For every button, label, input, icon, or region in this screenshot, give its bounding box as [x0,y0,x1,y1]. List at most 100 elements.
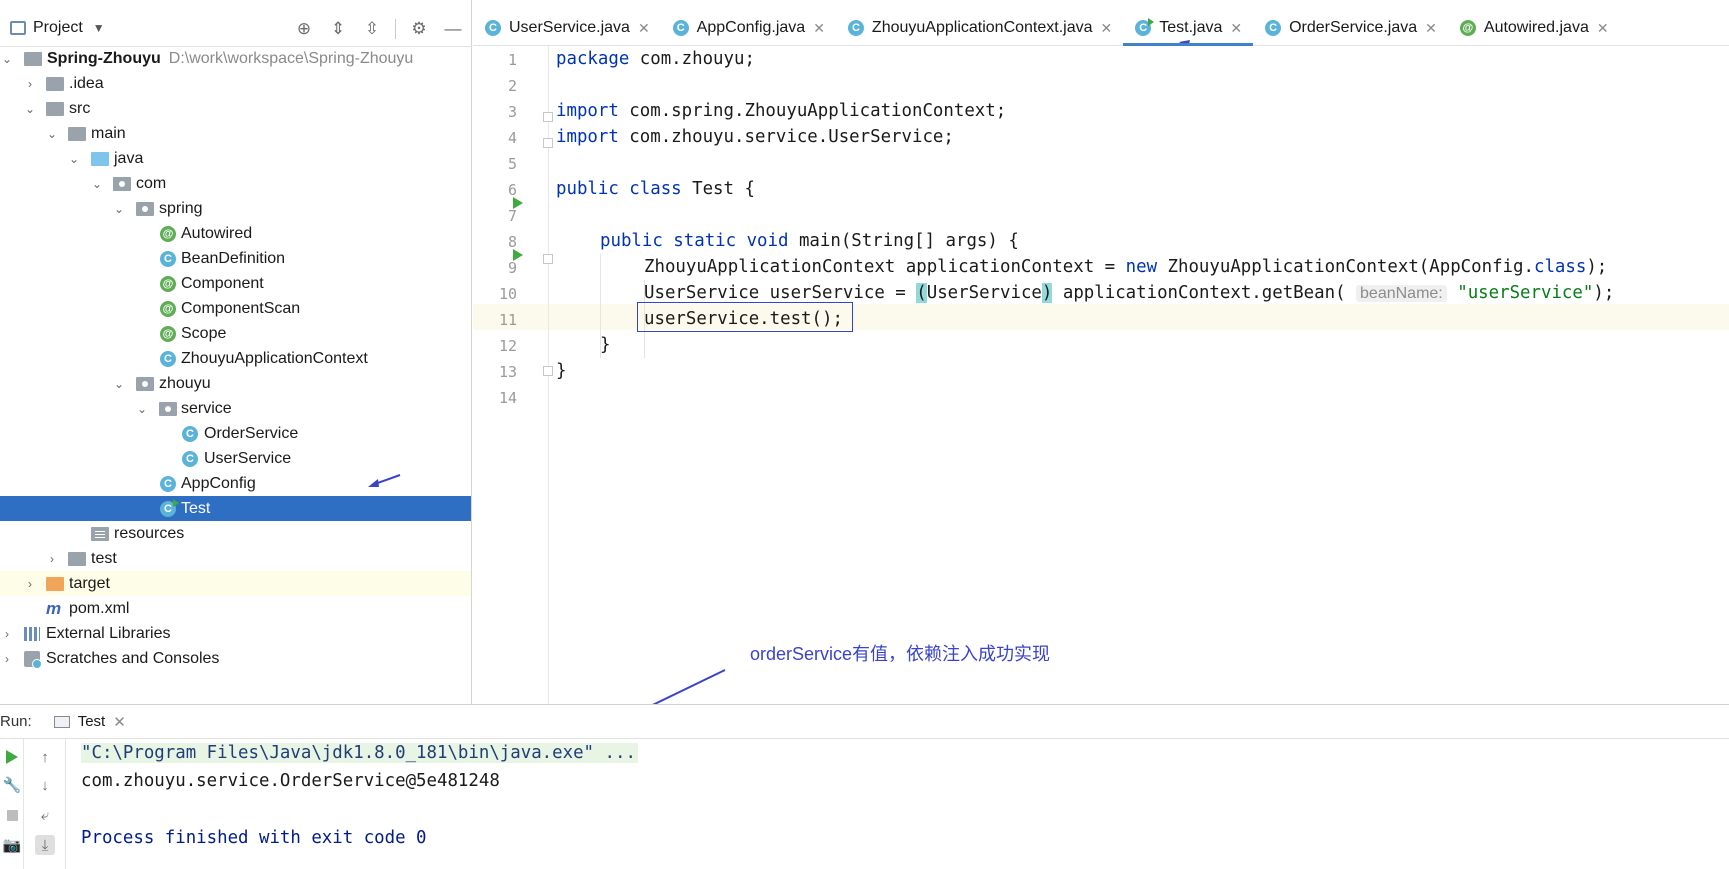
run-gutter-icon[interactable] [513,197,523,209]
code-line-8: public static void main(String[] args) { [600,231,1019,251]
project-panel: Project ▼ ⊕ ⇕ ⇳ ⚙ — ⌄ Spring-Zhouyu D:\wo… [0,0,472,704]
tree-item-orderservice[interactable]: C OrderService [0,421,471,446]
class-icon: C [1265,20,1282,36]
tree-item-com[interactable]: ⌄ com [0,171,471,196]
tab-autowired-java[interactable]: @ Autowired.java ✕ [1448,10,1620,46]
class-icon: C [160,250,176,267]
tree-item-target[interactable]: › target [0,571,471,596]
tree-item-src[interactable]: ⌄ src [0,96,471,121]
maven-icon: m [46,598,62,618]
stop-icon[interactable] [2,805,22,825]
code-area[interactable]: package com.zhouyu; import com.spring.Zh… [556,46,1729,381]
tree-item-label: com [136,174,167,192]
tree-item-label: spring [159,199,203,217]
line-number: 9 [507,259,517,277]
locate-icon[interactable]: ⊕ [293,18,315,40]
module-folder-icon [24,51,42,66]
tree-item-appconfig[interactable]: C AppConfig [0,471,471,496]
chevron-down-icon[interactable]: ⌄ [113,377,125,391]
camera-icon[interactable]: 📷 [2,835,22,855]
tree-item-component[interactable]: @ Component [0,271,471,296]
soft-wrap-icon[interactable]: ⤶ [35,805,55,825]
run-tab-test[interactable]: Test ✕ [53,713,126,731]
annotation-arrow-icon [368,474,401,487]
fold-icon[interactable] [543,138,553,148]
tree-item-label: test [91,549,117,567]
chevron-right-icon[interactable]: › [46,552,58,566]
code-editor[interactable]: 1 2 3 4 5 6 7 8 9 10 11 12 13 14 package… [473,46,1729,704]
fold-icon[interactable] [543,112,553,122]
close-icon[interactable]: ✕ [113,713,126,731]
tree-item-pom[interactable]: m pom.xml [0,596,471,621]
ide-window: Project ▼ ⊕ ⇕ ⇳ ⚙ — ⌄ Spring-Zhouyu D:\wo… [0,0,1729,869]
chevron-down-icon[interactable]: ▼ [93,21,105,35]
tree-item-componentscan[interactable]: @ ComponentScan [0,296,471,321]
tree-item-test-folder[interactable]: › test [0,546,471,571]
tree-item-external-libraries[interactable]: › External Libraries [0,621,471,646]
project-panel-title[interactable]: Project [33,19,83,37]
tree-item-scratches[interactable]: › Scratches and Consoles [0,646,471,671]
tab-appconfig-java[interactable]: C AppConfig.java ✕ [661,10,836,46]
tab-orderservice-java[interactable]: C OrderService.java ✕ [1253,10,1448,46]
chevron-down-icon[interactable]: ⌄ [24,102,36,116]
chevron-right-icon[interactable]: › [1,627,13,641]
chevron-down-icon[interactable]: ⌄ [91,177,103,191]
close-icon[interactable]: ✕ [638,20,650,37]
wrench-icon[interactable]: 🔧 [2,775,22,795]
tab-userservice-java[interactable]: C UserService.java ✕ [473,10,661,46]
tree-item-idea[interactable]: › .idea [0,71,471,96]
project-panel-header: Project ▼ ⊕ ⇕ ⇳ ⚙ — [0,10,472,47]
project-tree: ⌄ Spring-Zhouyu D:\work\workspace\Spring-… [0,46,471,671]
close-icon[interactable]: ✕ [1101,20,1113,37]
chevron-right-icon[interactable]: › [1,652,13,666]
expand-all-icon[interactable]: ⇕ [327,18,349,40]
tree-item-resources[interactable]: resources [0,521,471,546]
close-icon[interactable]: ✕ [813,20,825,37]
tree-item-userservice[interactable]: C UserService [0,446,471,471]
gear-icon[interactable]: ⚙ [408,18,430,40]
chevron-down-icon[interactable]: ⌄ [1,52,13,66]
minimize-icon[interactable]: — [442,18,464,40]
close-icon[interactable]: ✕ [1425,20,1437,37]
fold-icon[interactable] [543,254,553,264]
tree-item-zhouyuapplicationcontext[interactable]: C ZhouyuApplicationContext [0,346,471,371]
chevron-down-icon[interactable]: ⌄ [136,402,148,416]
up-arrow-icon[interactable]: ↑ [35,747,55,767]
fold-icon[interactable] [543,366,553,376]
run-gutter-icon[interactable] [513,249,523,261]
line-number: 12 [498,337,517,355]
tab-label: AppConfig.java [696,19,806,36]
run-label: Run: [0,713,32,730]
scroll-to-end-icon[interactable]: ⤓ [35,835,55,855]
package-icon [136,376,154,391]
run-toolbar: 🔧 📷 [0,739,24,869]
run-console[interactable]: 🔧 📷 ↑ ↓ ⤶ ⤓ "C:\Program Files\Java\jdk1.… [0,738,1729,869]
tab-zhouyuapplicationcontext-java[interactable]: C ZhouyuApplicationContext.java ✕ [836,10,1123,46]
tab-test-java[interactable]: C Test.java ✕ [1123,10,1253,53]
console-line-exit: Process finished with exit code 0 [81,828,427,848]
tree-item-spring-zhouyu[interactable]: ⌄ Spring-Zhouyu D:\work\workspace\Spring-… [0,46,471,71]
tree-item-test[interactable]: C Test [0,496,471,521]
collapse-all-icon[interactable]: ⇳ [361,18,383,40]
tree-item-beandefinition[interactable]: C BeanDefinition [0,246,471,271]
chevron-down-icon[interactable]: ⌄ [46,127,58,141]
tree-item-main[interactable]: ⌄ main [0,121,471,146]
line-number: 1 [507,51,517,69]
chevron-right-icon[interactable]: › [24,77,36,91]
tree-item-spring[interactable]: ⌄ spring [0,196,471,221]
tree-item-service[interactable]: ⌄ service [0,396,471,421]
chevron-down-icon[interactable]: ⌄ [113,202,125,216]
tree-item-java[interactable]: ⌄ java [0,146,471,171]
close-icon[interactable]: ✕ [1597,20,1609,37]
package-icon [136,201,154,216]
annotation-note: orderService有值，依赖注入成功实现 [750,644,1051,664]
down-arrow-icon[interactable]: ↓ [35,775,55,795]
tree-item-zhouyu[interactable]: ⌄ zhouyu [0,371,471,396]
chevron-right-icon[interactable]: › [24,577,36,591]
tree-item-autowired[interactable]: @ Autowired [0,221,471,246]
tree-item-scope[interactable]: @ Scope [0,321,471,346]
close-icon[interactable]: ✕ [1230,20,1242,37]
tree-item-label: BeanDefinition [181,249,286,267]
chevron-down-icon[interactable]: ⌄ [68,152,80,166]
rerun-icon[interactable] [2,747,22,767]
